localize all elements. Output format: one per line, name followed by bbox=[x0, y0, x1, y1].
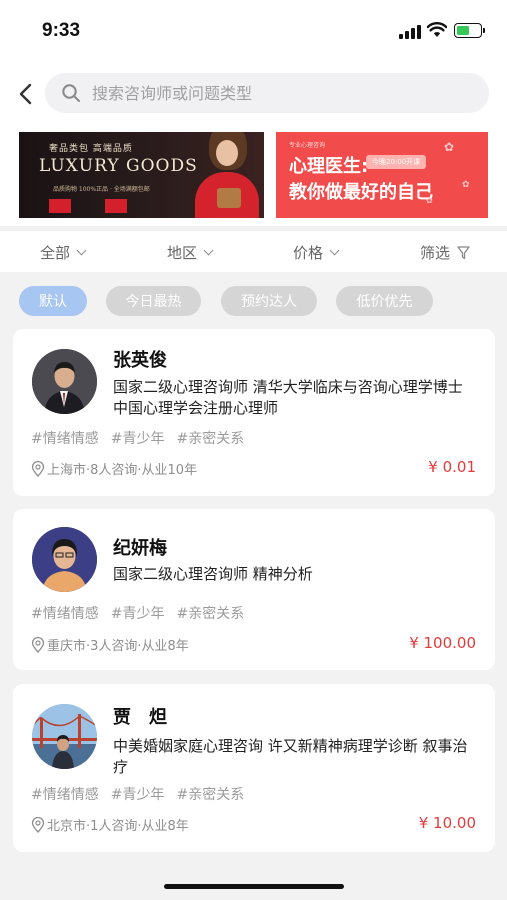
location-pin-icon bbox=[31, 816, 45, 833]
location-text: 北京市·1人咨询·从业8年 bbox=[47, 819, 189, 834]
tag: #情绪情感 bbox=[31, 787, 99, 803]
chip-hottest-today[interactable]: 今日最热 bbox=[106, 286, 201, 316]
banner-price-tag bbox=[105, 199, 127, 213]
search-input[interactable] bbox=[92, 73, 472, 113]
flower-decoration-icon: ✿ bbox=[462, 180, 470, 190]
status-time: 9:33 bbox=[42, 20, 81, 41]
banner-luxury-goods[interactable]: 奢品类包 高端品质 LUXURY GOODS 品质购物 100%正品 · 全场满… bbox=[19, 132, 264, 218]
filter-bar: 全部 地区 价格 筛选 bbox=[0, 230, 507, 272]
status-bar: 9:33 bbox=[0, 0, 507, 62]
wifi-icon bbox=[427, 22, 447, 37]
chevron-down-icon bbox=[76, 245, 87, 255]
chevron-down-icon bbox=[329, 245, 340, 255]
tag: #情绪情感 bbox=[31, 431, 99, 447]
tag: #亲密关系 bbox=[176, 787, 245, 803]
funnel-icon bbox=[457, 245, 470, 259]
counselor-card[interactable]: 张英俊 国家二级心理咨询师 清华大学临床与咨询心理学博士 中国心理学会注册心理师… bbox=[13, 329, 495, 496]
counselor-price: ¥ 100.00 bbox=[409, 634, 476, 652]
flower-decoration-icon: ✿ bbox=[426, 196, 433, 205]
tag: #亲密关系 bbox=[176, 431, 245, 447]
filter-region[interactable]: 地区 bbox=[167, 242, 214, 263]
filter-all[interactable]: 全部 bbox=[40, 242, 87, 263]
filter-label: 筛选 bbox=[420, 244, 451, 262]
counselor-card[interactable]: 贾 炟 中美婚姻家庭心理咨询 许又新精神病理学诊断 叙事治疗 #情绪情感 #青少… bbox=[13, 684, 495, 852]
counselor-location: 上海市·8人咨询·从业10年 bbox=[31, 459, 197, 478]
banner-carousel: 奢品类包 高端品质 LUXURY GOODS 品质购物 100%正品 · 全场满… bbox=[0, 126, 507, 226]
location-text: 重庆市·3人咨询·从业8年 bbox=[47, 639, 189, 654]
avatar bbox=[32, 527, 97, 592]
avatar bbox=[32, 349, 97, 414]
counselor-name: 贾 炟 bbox=[113, 707, 167, 728]
banner-slogan: 教你做最好的自己 bbox=[289, 182, 433, 203]
location-pin-icon bbox=[31, 636, 45, 653]
counselor-name: 纪妍梅 bbox=[113, 538, 167, 559]
chip-low-price-first[interactable]: 低价优先 bbox=[336, 286, 433, 316]
flower-decoration-icon: ✿ bbox=[444, 140, 455, 154]
chevron-down-icon bbox=[203, 245, 214, 255]
chip-default[interactable]: 默认 bbox=[19, 286, 87, 316]
banner-fine-print: 品质购物 100%正品 · 全场满额包邮 bbox=[53, 186, 150, 193]
counselor-price: ¥ 0.01 bbox=[428, 458, 476, 476]
counselor-tags: #情绪情感 #青少年 #亲密关系 bbox=[31, 428, 244, 448]
counselor-location: 重庆市·3人咨询·从业8年 bbox=[31, 635, 189, 654]
search-icon bbox=[62, 84, 80, 102]
search-header bbox=[0, 62, 507, 126]
battery-icon bbox=[454, 23, 485, 38]
banner-model-image bbox=[189, 132, 264, 218]
filter-screen[interactable]: 筛选 bbox=[420, 242, 470, 263]
filter-price[interactable]: 价格 bbox=[293, 242, 340, 263]
home-indicator bbox=[164, 884, 344, 889]
banner-time-pill: 今晚20:00开课 bbox=[366, 155, 427, 169]
filter-label: 全部 bbox=[40, 244, 71, 262]
banner-headline: 心理医生: bbox=[289, 156, 369, 177]
location-pin-icon bbox=[31, 460, 45, 477]
tag: #情绪情感 bbox=[31, 606, 99, 622]
tag: #青少年 bbox=[110, 787, 165, 803]
counselor-name: 张英俊 bbox=[113, 350, 167, 371]
banner-subtitle: 奢品类包 高端品质 bbox=[49, 144, 133, 154]
banner-eyebrow: 专业心理咨询 bbox=[289, 142, 326, 149]
counselor-tags: #情绪情感 #青少年 #亲密关系 bbox=[31, 603, 244, 623]
filter-label: 地区 bbox=[167, 244, 198, 262]
tag: #青少年 bbox=[110, 606, 165, 622]
counselor-card[interactable]: 纪妍梅 国家二级心理咨询师 精神分析 #情绪情感 #青少年 #亲密关系 重庆市·… bbox=[13, 509, 495, 670]
filter-label: 价格 bbox=[293, 244, 324, 262]
location-text: 上海市·8人咨询·从业10年 bbox=[47, 463, 198, 478]
avatar bbox=[32, 704, 97, 769]
back-arrow-icon[interactable] bbox=[14, 80, 40, 108]
counselor-description: 国家二级心理咨询师 精神分析 bbox=[113, 565, 313, 583]
counselor-price: ¥ 10.00 bbox=[418, 814, 476, 832]
sort-chips: 默认 今日最热 预约达人 低价优先 bbox=[0, 286, 507, 320]
banner-psychologist[interactable]: 专业心理咨询 心理医生: 今晚20:00开课 教你做最好的自己 ✿ ✿ ✿ bbox=[276, 132, 488, 218]
banner-title: LUXURY GOODS bbox=[39, 156, 198, 176]
tag: #青少年 bbox=[110, 431, 165, 447]
banner-price-tag bbox=[49, 199, 71, 213]
counselor-description: 国家二级心理咨询师 清华大学临床与咨询心理学博士 中国心理学会注册心理师 bbox=[113, 378, 463, 417]
tag: #亲密关系 bbox=[176, 606, 245, 622]
counselor-description: 中美婚姻家庭心理咨询 许又新精神病理学诊断 叙事治疗 bbox=[113, 737, 468, 776]
chip-booking-expert[interactable]: 预约达人 bbox=[221, 286, 317, 316]
cellular-signal-icon bbox=[399, 25, 421, 39]
search-box[interactable] bbox=[45, 73, 489, 113]
counselor-location: 北京市·1人咨询·从业8年 bbox=[31, 815, 189, 834]
counselor-tags: #情绪情感 #青少年 #亲密关系 bbox=[31, 784, 244, 804]
